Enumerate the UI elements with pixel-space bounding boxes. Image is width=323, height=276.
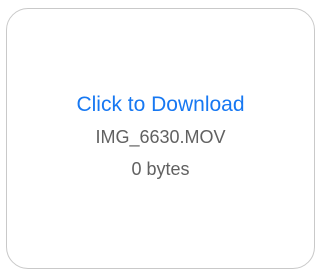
file-name: IMG_6630.MOV	[95, 127, 226, 147]
download-link[interactable]: Click to Download	[7, 92, 314, 118]
file-size: 0 bytes	[131, 159, 190, 179]
attachment-card: Click to Download IMG_6630.MOV 0 bytes	[6, 8, 315, 269]
attachment-info: Click to Download IMG_6630.MOV 0 bytes	[7, 92, 314, 180]
